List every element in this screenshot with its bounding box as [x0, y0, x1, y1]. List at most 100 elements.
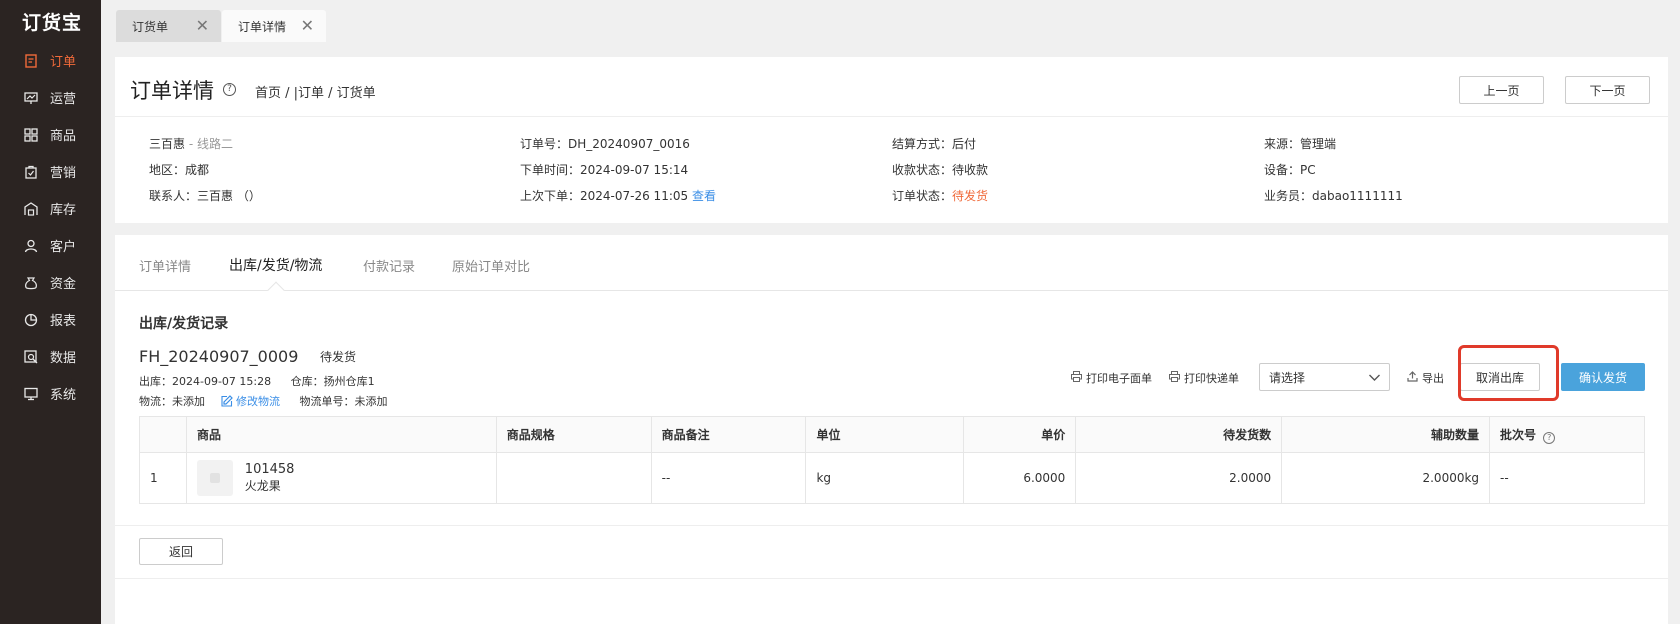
section-title: 出库/发货记录 — [139, 316, 229, 332]
customer-icon — [24, 239, 38, 253]
close-icon[interactable]: ✕ — [196, 18, 209, 34]
sidebar-item-marketing[interactable]: 营销 — [0, 153, 101, 190]
data-search-icon — [24, 349, 38, 364]
edit-logistics-link[interactable]: 修改物流 — [220, 395, 284, 410]
goods-icon — [24, 127, 38, 142]
table-header-qty: 待发货数 — [1075, 416, 1283, 453]
status-badge: 待发货 — [952, 189, 989, 203]
print-express-label: 打印快递单 — [1184, 372, 1239, 385]
sidebar-item-data[interactable]: 数据 — [0, 338, 101, 375]
sidebar-item-order[interactable]: 订单 — [0, 42, 101, 79]
last-order-time: 上次下单：2024-07-26 11:05 — [520, 189, 692, 203]
operation-icon — [24, 91, 38, 105]
sidebar-item-system[interactable]: 系统 — [0, 375, 101, 412]
sidebar-item-label: 系统 — [50, 388, 77, 403]
breadcrumb[interactable]: 首页 / |订单 / 订货单 — [255, 82, 376, 101]
edit-icon — [220, 395, 233, 410]
table-header-spec: 商品规格 — [496, 416, 652, 453]
table-row: 1 101458 火龙果 -- kg 6.0000 2.0000 2.0000k… — [139, 452, 1645, 504]
goods-table: 商品 商品规格 商品备注 单位 单价 待发货数 辅助数量 批次号 ? 1 101… — [139, 416, 1645, 504]
page-tab-label: 订单详情 — [238, 19, 287, 34]
table-header-row: 商品 商品规格 商品备注 单位 单价 待发货数 辅助数量 批次号 ? — [139, 416, 1645, 453]
shipment-logistics-line: 物流：未添加 修改物流 物流单号：未添加 — [139, 393, 388, 410]
sidebar-item-label: 客户 — [50, 240, 77, 255]
detail-tabs: 订单详情 出库/发货/物流 付款记录 原始订单对比 — [115, 235, 1668, 299]
page-tabs-bar: 订货单 ✕ 订单详情 ✕ — [101, 0, 1680, 42]
back-button[interactable]: 返回 — [139, 538, 223, 565]
row-qty: 2.0000 — [1075, 452, 1283, 504]
app-logo: 订货宝 — [22, 11, 83, 34]
print-express-button[interactable]: 打印快递单 — [1169, 370, 1239, 386]
sidebar-item-money[interactable]: 资金 — [0, 264, 101, 301]
page-tab-order-list[interactable]: 订货单 ✕ — [116, 10, 221, 42]
row-unit: kg — [805, 452, 965, 504]
row-goods: 101458 火龙果 — [186, 452, 497, 504]
goods-thumbnail[interactable] — [196, 460, 233, 496]
row-spec — [496, 452, 652, 504]
goods-info: 101458 火龙果 — [245, 461, 295, 495]
shipment-out-line: 出库：2024-09-07 15:28 仓库：扬州仓库1 — [139, 373, 375, 389]
page-tab-order-detail[interactable]: 订单详情 ✕ — [222, 10, 326, 42]
print-e-waybill-label: 打印电子面单 — [1086, 372, 1152, 385]
sidebar-item-operation[interactable]: 运营 — [0, 79, 101, 116]
export-icon — [1407, 371, 1422, 385]
last-order: 上次下单：2024-07-26 11:05 查看 — [520, 187, 716, 204]
template-select[interactable]: 请选择 — [1259, 363, 1390, 391]
sidebar-item-label: 订单 — [50, 55, 77, 70]
order-time: 下单时间：2024-09-07 15:14 — [520, 163, 689, 177]
close-icon[interactable]: ✕ — [301, 18, 314, 34]
sidebar-item-label: 报表 — [50, 314, 77, 329]
print-e-waybill-button[interactable]: 打印电子面单 — [1071, 370, 1152, 386]
tab-shipping[interactable]: 出库/发货/物流 — [229, 255, 322, 275]
sidebar-item-warehouse[interactable]: 库存 — [0, 190, 101, 227]
sidebar: 订货宝 订单 运营 商品 营销 库存 客户 资金 报表 数据 系统 — [0, 0, 101, 624]
route-name: - 线路二 — [185, 137, 233, 151]
prev-page-button[interactable]: 上一页 — [1459, 76, 1544, 104]
order-source: 来源：管理端 — [1264, 137, 1337, 151]
payment-status: 收款状态：待收款 — [892, 163, 989, 177]
contact: 联系人：三百惠 （） — [149, 189, 261, 203]
export-button[interactable]: 导出 — [1407, 370, 1444, 386]
sidebar-item-label: 营销 — [50, 166, 77, 181]
help-icon[interactable]: ? — [223, 83, 236, 96]
page-tab-label: 订货单 — [132, 19, 169, 34]
chevron-down-icon — [1368, 371, 1381, 387]
settlement-method: 结算方式：后付 — [892, 137, 977, 151]
customer-name: 三百惠 — [149, 137, 186, 151]
tab-order-detail[interactable]: 订单详情 — [139, 256, 191, 275]
main-content: 订单详情 ? 首页 / |订单 / 订货单 上一页 下一页 三百惠 - 线路二 … — [115, 57, 1668, 624]
row-aux-qty: 2.0000kg — [1281, 452, 1491, 504]
tab-original-compare[interactable]: 原始订单对比 — [452, 256, 530, 275]
order-icon — [24, 53, 38, 68]
tracking-number: 物流单号：未添加 — [299, 395, 388, 408]
sidebar-item-label: 商品 — [50, 129, 77, 144]
section-divider — [115, 223, 1668, 235]
table-header-aux-qty: 辅助数量 — [1281, 416, 1491, 453]
order-info: 三百惠 - 线路二 地区：成都 联系人：三百惠 （） 订单号：DH_202409… — [115, 118, 1668, 223]
sidebar-item-goods[interactable]: 商品 — [0, 116, 101, 153]
region: 地区：成都 — [149, 163, 210, 177]
monitor-icon — [24, 387, 38, 401]
order-number: 订单号：DH_20240907_0016 — [520, 137, 690, 151]
sidebar-item-customer[interactable]: 客户 — [0, 227, 101, 264]
table-header-batch: 批次号 ? — [1489, 416, 1645, 453]
order-status: 订单状态：待发货 — [892, 187, 988, 204]
printer-icon — [1169, 371, 1184, 385]
confirm-ship-button[interactable]: 确认发货 — [1561, 363, 1645, 391]
edit-logistics-label: 修改物流 — [236, 395, 280, 408]
view-last-order-link[interactable]: 查看 — [692, 189, 716, 203]
sidebar-item-label: 数据 — [50, 351, 77, 366]
order-device: 设备：PC — [1264, 163, 1316, 177]
help-icon[interactable]: ? — [1543, 431, 1556, 444]
tab-payment-records[interactable]: 付款记录 — [363, 256, 415, 275]
warehouse: 仓库：扬州仓库1 — [290, 375, 375, 388]
row-batch: -- — [1489, 452, 1645, 504]
marketing-icon — [24, 165, 38, 179]
shipment-status: 待发货 — [320, 350, 357, 364]
table-header-index — [139, 416, 187, 453]
sidebar-item-report[interactable]: 报表 — [0, 301, 101, 338]
select-value: 请选择 — [1269, 370, 1306, 385]
shipment-number: FH_20240907_0009 — [139, 347, 299, 366]
next-page-button[interactable]: 下一页 — [1565, 76, 1650, 104]
sidebar-item-label: 资金 — [50, 277, 77, 292]
